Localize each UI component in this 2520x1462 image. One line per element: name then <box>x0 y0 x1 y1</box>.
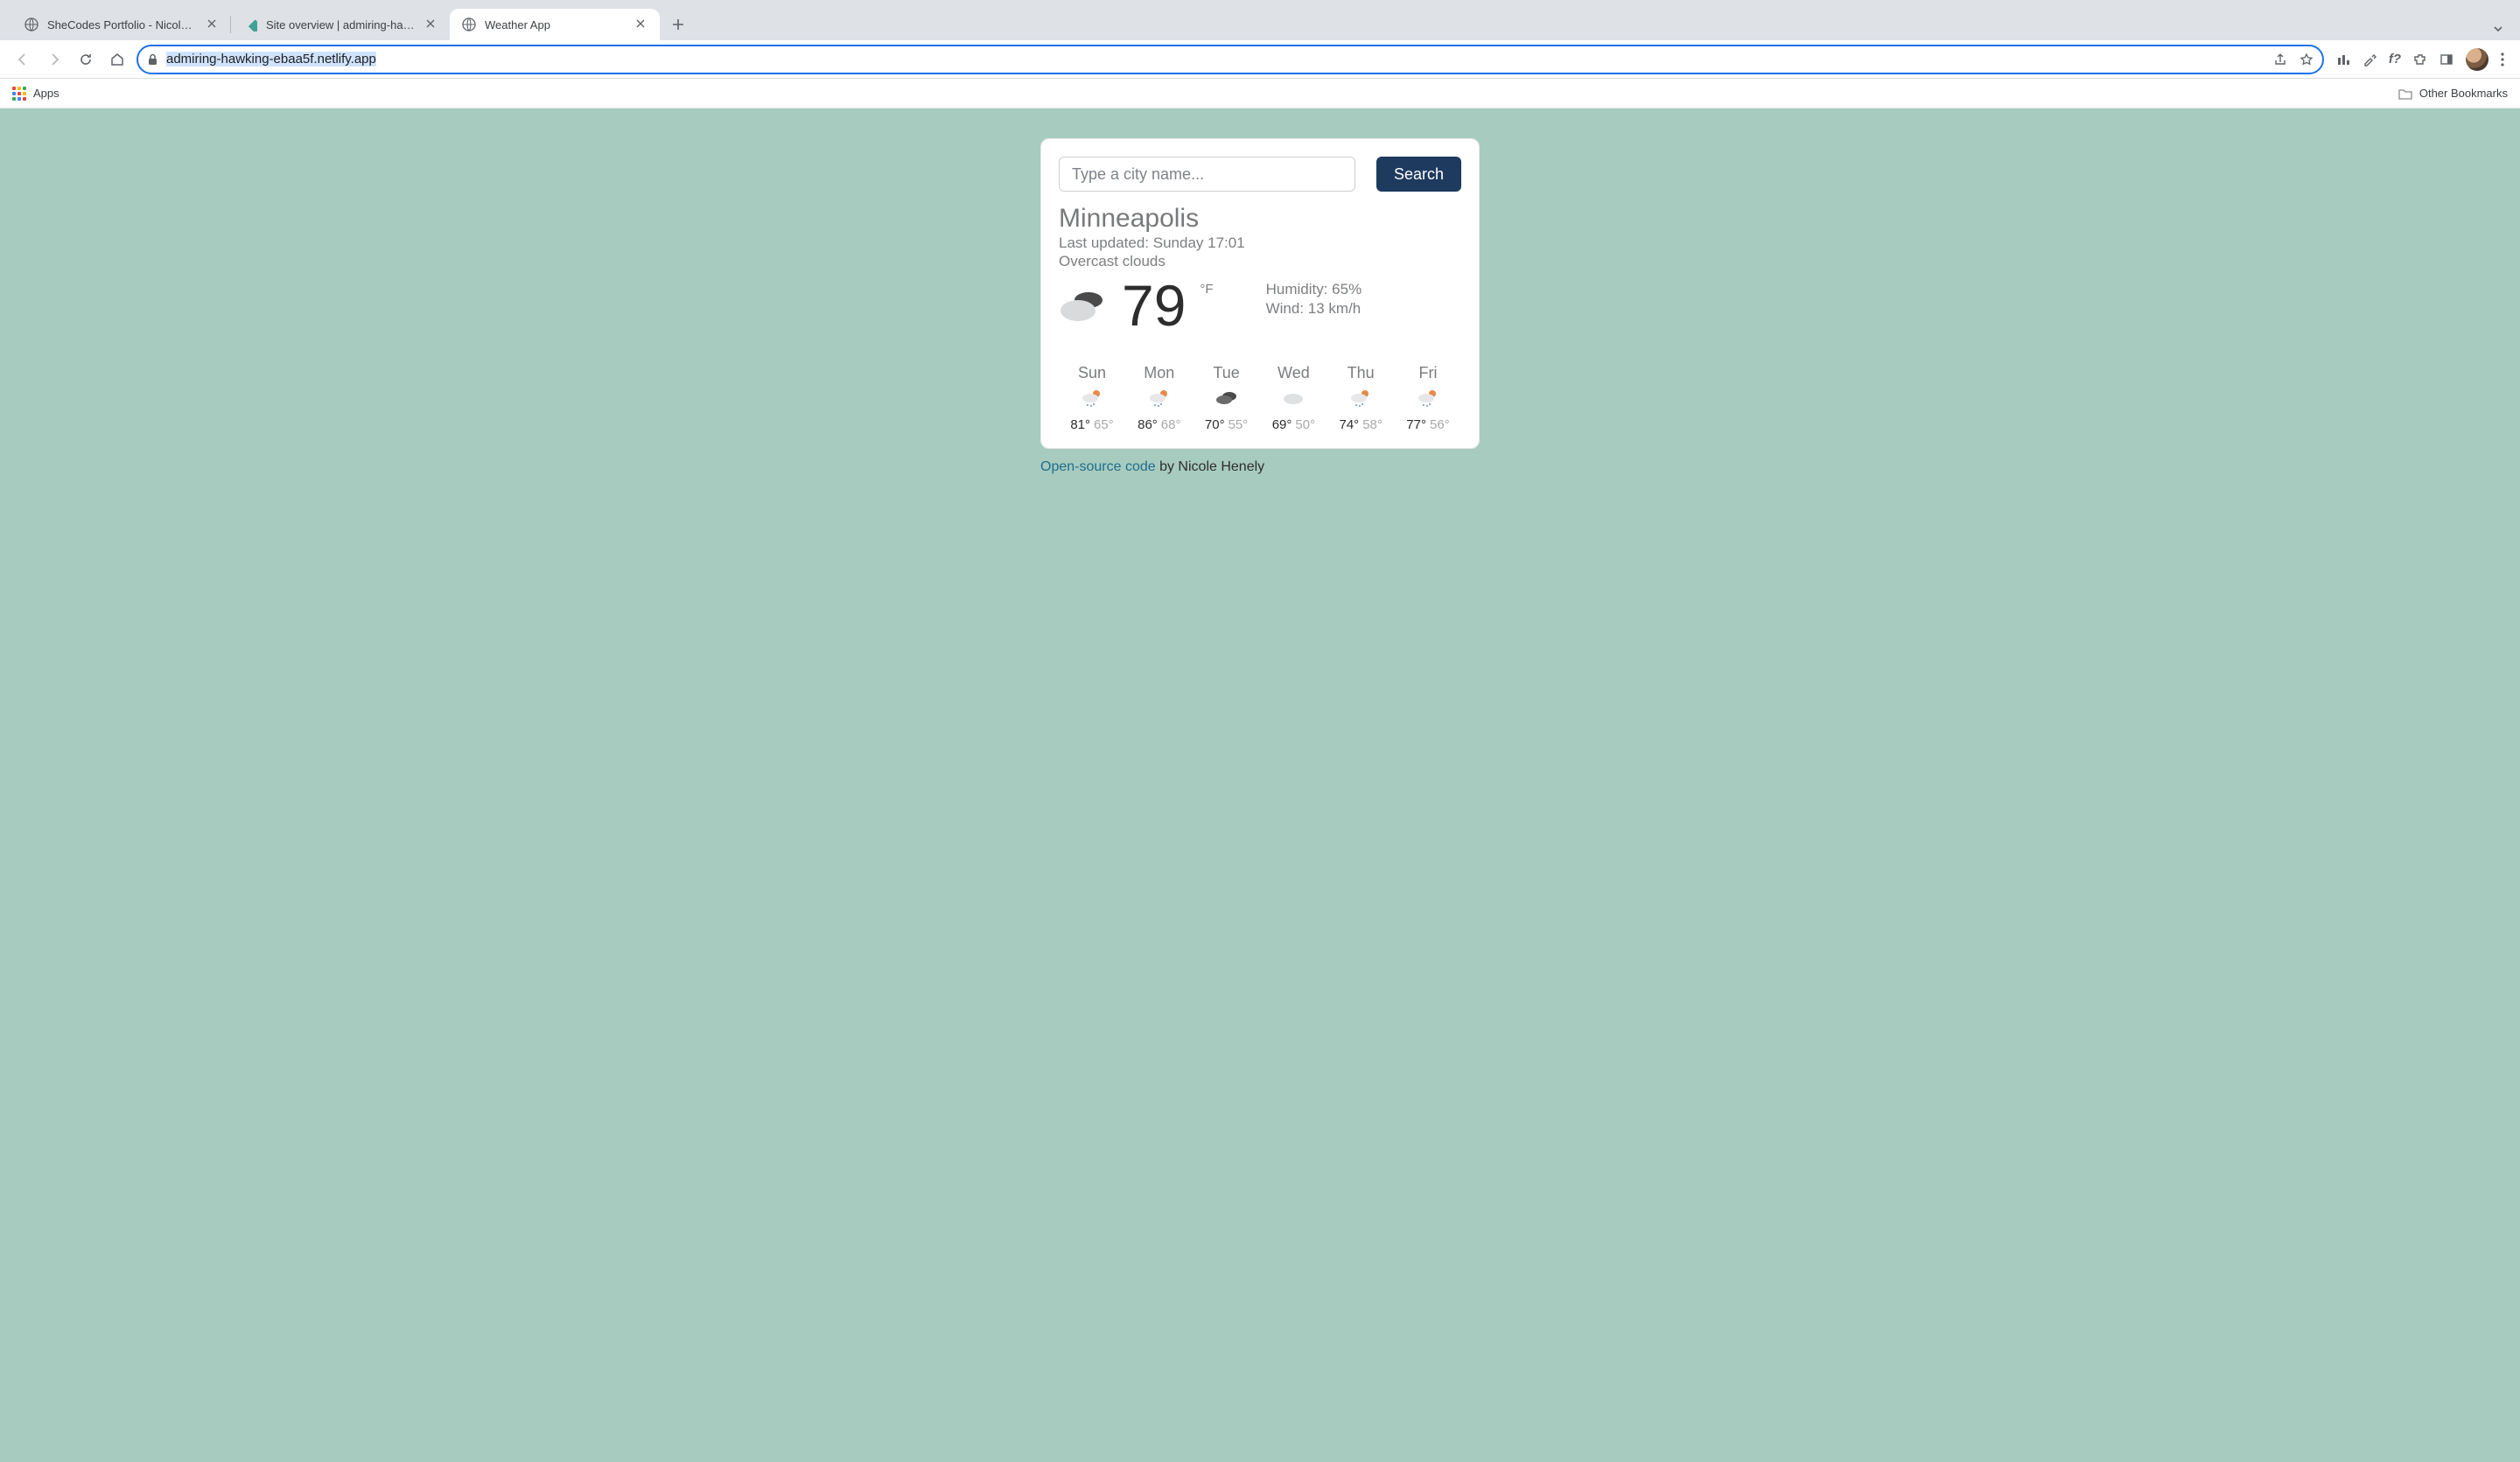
forward-button[interactable] <box>42 47 66 72</box>
tab-strip: SheCodes Portfolio - Nicole He Site over… <box>0 0 2520 40</box>
dark-cloud-icon <box>1214 388 1240 409</box>
forecast-day-name: Thu <box>1348 364 1375 382</box>
wind: Wind: 13 km/h <box>1266 299 1362 318</box>
extensions-icon[interactable] <box>2413 52 2427 66</box>
tab-title: SheCodes Portfolio - Nicole He <box>47 18 198 31</box>
forecast-lo: 50° <box>1295 417 1315 432</box>
forecast-hi: 81° <box>1070 417 1090 432</box>
apps-icon[interactable] <box>12 87 26 101</box>
chrome-menu-button[interactable] <box>2501 52 2504 66</box>
globe-icon <box>462 17 476 31</box>
humidity: Humidity: 65% <box>1266 280 1362 299</box>
globe-icon <box>24 17 38 31</box>
open-source-link[interactable]: Open-source code <box>1040 459 1156 474</box>
last-updated: Last updated: Sunday 17:01 <box>1059 234 1461 252</box>
rain-sun-icon <box>1079 388 1105 409</box>
new-tab-button[interactable] <box>665 11 691 38</box>
forecast-day: Fri 77° 56° <box>1396 364 1460 432</box>
forecast-day: Sun 81° 65° <box>1060 364 1124 432</box>
forecast-hi: 77° <box>1406 417 1426 432</box>
close-icon[interactable] <box>425 18 438 31</box>
sidepanel-icon[interactable] <box>2440 52 2454 66</box>
reload-button[interactable] <box>74 47 98 72</box>
forecast-day-name: Mon <box>1144 364 1174 382</box>
netlify-icon <box>243 17 257 31</box>
forecast-hi: 70° <box>1205 417 1225 432</box>
rain-sun-icon <box>1348 388 1374 409</box>
forecast-day-name: Sun <box>1078 364 1106 382</box>
current-weather: 79 °F Humidity: 65% Wind: 13 km/h <box>1059 276 1461 334</box>
tabs-menu-button[interactable] <box>2492 23 2504 35</box>
forecast-day-name: Fri <box>1418 364 1437 382</box>
current-temp: 79 <box>1122 276 1186 334</box>
close-icon[interactable] <box>635 18 648 31</box>
forecast-day: Mon 86°68° <box>1128 364 1191 432</box>
weather-card: Search Minneapolis Last updated: Sunday … <box>1040 138 1480 449</box>
conditions: Overcast clouds <box>1059 252 1461 270</box>
other-bookmarks[interactable]: Other Bookmarks <box>2398 87 2508 100</box>
extensions-area: f? <box>2331 48 2510 71</box>
overcast-icon <box>1059 286 1110 325</box>
whatfont-icon[interactable]: f? <box>2389 52 2401 66</box>
page-body: Search Minneapolis Last updated: Sunday … <box>0 108 2520 1462</box>
forecast-hi: 74° <box>1340 417 1360 432</box>
search-row: Search <box>1059 157 1461 192</box>
tab-weather-app[interactable]: Weather App <box>450 9 660 40</box>
forecast-day: Thu 74°58° <box>1329 364 1392 432</box>
back-button[interactable] <box>10 47 35 72</box>
close-icon[interactable] <box>206 18 219 31</box>
search-button[interactable]: Search <box>1376 157 1461 192</box>
rain-sun-icon <box>1415 388 1441 409</box>
eyedropper-icon[interactable] <box>2362 52 2376 66</box>
other-bookmarks-label: Other Bookmarks <box>2419 87 2508 100</box>
folder-icon <box>2398 87 2412 100</box>
tab-title: Site overview | admiring-hawki <box>266 18 416 31</box>
star-icon[interactable] <box>2300 52 2314 66</box>
toolbar: admiring-hawking-ebaa5f.netlify.app f? <box>0 40 2520 79</box>
bookmarks-bar: Apps Other Bookmarks <box>0 79 2520 108</box>
address-bar[interactable]: admiring-hawking-ebaa5f.netlify.app <box>136 45 2324 74</box>
forecast-lo: 58° <box>1362 417 1382 432</box>
temp-unit: °F <box>1200 282 1213 297</box>
city-input[interactable] <box>1059 157 1355 192</box>
lock-icon <box>147 53 159 66</box>
credit-author: by Nicole Henely <box>1156 459 1265 474</box>
forecast-lo: 68° <box>1161 417 1181 432</box>
forecast-hi: 86° <box>1138 417 1158 432</box>
forecast-day: Wed 69°50° <box>1262 364 1325 432</box>
browser-chrome: SheCodes Portfolio - Nicole He Site over… <box>0 0 2520 108</box>
extension-bars-icon[interactable] <box>2336 52 2350 66</box>
home-button[interactable] <box>105 47 130 72</box>
forecast-hi: 69° <box>1272 417 1292 432</box>
city-name: Minneapolis <box>1059 204 1461 234</box>
rain-sun-icon <box>1146 388 1172 409</box>
forecast-day-name: Wed <box>1278 364 1310 382</box>
cloud-icon <box>1280 388 1306 409</box>
forecast-day-name: Tue <box>1213 364 1239 382</box>
forecast-day: Tue 70°55° <box>1195 364 1258 432</box>
tab-shecodes[interactable]: SheCodes Portfolio - Nicole He <box>12 9 231 40</box>
tab-title: Weather App <box>485 18 626 31</box>
forecast-lo: 65° <box>1094 417 1114 432</box>
forecast-lo: 55° <box>1228 417 1249 432</box>
apps-label[interactable]: Apps <box>33 87 60 100</box>
profile-avatar[interactable] <box>2466 48 2488 71</box>
url-text: admiring-hawking-ebaa5f.netlify.app <box>166 52 2266 66</box>
forecast-row: Sun 81° 65° Mon 86°68° Tue 70°55° Wed 69°… <box>1059 364 1461 432</box>
forecast-lo: 56° <box>1430 417 1450 432</box>
credit-line: Open-source code by Nicole Henely <box>1040 459 1480 475</box>
share-icon[interactable] <box>2273 52 2287 66</box>
tab-netlify[interactable]: Site overview | admiring-hawki <box>231 9 450 40</box>
